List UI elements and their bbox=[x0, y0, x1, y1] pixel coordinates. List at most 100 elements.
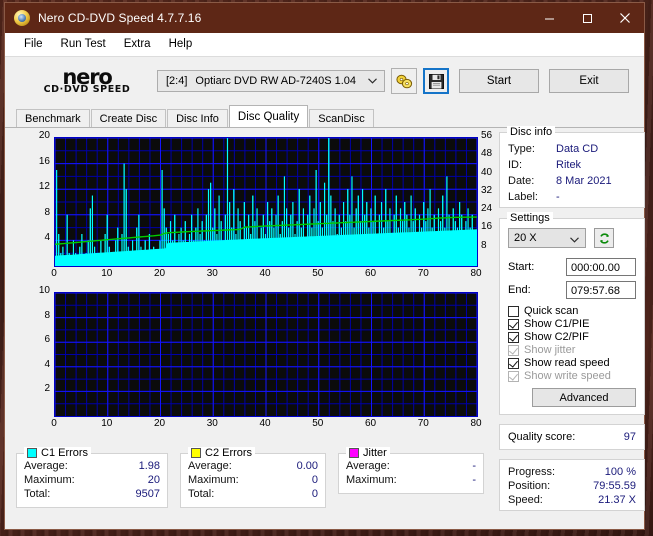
tab-scandisc[interactable]: ScanDisc bbox=[309, 109, 374, 127]
settings-legend: Settings bbox=[507, 212, 553, 224]
charts-column: 4 8 12 16 20 8 16 24 32 40 48 56 0 10 20 30 40 50 60 70 80… bbox=[5, 128, 495, 529]
checkbox-box bbox=[508, 370, 519, 382]
x-tick-label: 30 bbox=[206, 268, 218, 279]
menu-item-extra[interactable]: Extra bbox=[115, 36, 160, 52]
c1-average-label: Average: bbox=[24, 460, 68, 472]
start-position-label: Start: bbox=[508, 261, 535, 273]
start-button[interactable]: Start bbox=[459, 69, 539, 93]
menu-item-help[interactable]: Help bbox=[160, 36, 202, 52]
tab-create-disc[interactable]: Create Disc bbox=[90, 109, 167, 127]
advanced-button[interactable]: Advanced bbox=[532, 388, 636, 407]
x-tick-label: 70 bbox=[417, 268, 429, 279]
checkbox-box bbox=[508, 344, 519, 356]
settings-group: Settings 20 X Start: 000:00.00 End: 079:… bbox=[499, 212, 645, 415]
jitter-average-value: - bbox=[472, 460, 476, 472]
tab-strip: Benchmark Create Disc Disc Info Disc Qua… bbox=[5, 105, 644, 127]
c2-average-value: 0.00 bbox=[296, 460, 318, 472]
c1-error-plot-area[interactable] bbox=[54, 137, 478, 267]
checkbox-show-jitter: Show jitter bbox=[508, 344, 636, 356]
disc-type-label: Type: bbox=[508, 143, 535, 155]
progress-row: Position: 79:55.59 bbox=[508, 479, 636, 493]
stat-row: Maximum: 0 bbox=[188, 473, 318, 487]
position-label: Position: bbox=[508, 480, 551, 492]
speed-value: 21.37 X bbox=[598, 494, 636, 506]
x-tick-label: 10 bbox=[101, 418, 113, 429]
y-tick-label: 12 bbox=[38, 181, 50, 193]
checkbox-show-read-speed[interactable]: Show read speed bbox=[508, 357, 636, 369]
c1-errors-stats: C1 Errors Average: 1.98 Maximum: 20 Total:… bbox=[16, 447, 168, 508]
x-tick-label: 20 bbox=[153, 268, 166, 279]
c1-total-value: 9507 bbox=[135, 488, 160, 500]
tab-disc-quality[interactable]: Disc Quality bbox=[228, 105, 309, 127]
y-tick-label: 4 bbox=[44, 358, 50, 370]
window-controls bbox=[530, 3, 644, 33]
end-position-input[interactable]: 079:57.68 bbox=[566, 281, 636, 299]
tab-benchmark[interactable]: Benchmark bbox=[16, 109, 90, 127]
refresh-icon[interactable] bbox=[594, 228, 614, 248]
minimize-icon[interactable] bbox=[530, 3, 568, 33]
exit-button[interactable]: Exit bbox=[549, 69, 629, 93]
sidebar: Disc info Type: Data CD ID: Ritek Date: 8 M… bbox=[495, 126, 650, 529]
speed-label: Speed: bbox=[508, 494, 543, 506]
tab-content-disc-quality: 4 8 12 16 20 8 16 24 32 40 48 56 0 10 20 30 40 50 60 70 80… bbox=[5, 126, 645, 529]
close-icon[interactable] bbox=[606, 3, 644, 33]
y-tick-label: 2 bbox=[44, 383, 50, 395]
menu-item-file[interactable]: File bbox=[15, 36, 52, 52]
y-tick-label: 8 bbox=[44, 206, 50, 218]
jitter-color-swatch bbox=[349, 448, 359, 458]
checkbox-label: Show C2/PIF bbox=[524, 331, 589, 343]
maximize-icon[interactable] bbox=[568, 3, 606, 33]
stat-row: Total: 9507 bbox=[24, 487, 160, 501]
checkbox-quick-scan[interactable]: Quick scan bbox=[508, 305, 636, 317]
stat-row: Average: - bbox=[346, 459, 476, 473]
x-tick-label: 80 bbox=[470, 418, 482, 429]
checkbox-box bbox=[508, 305, 519, 317]
disc-info-group: Disc info Type: Data CD ID: Ritek Date: 8 M… bbox=[499, 126, 645, 208]
disc-id-value: Ritek bbox=[556, 159, 582, 171]
checkbox-show-c1-pie[interactable]: Show C1/PIE bbox=[508, 318, 636, 330]
c2-total-label: Total: bbox=[188, 488, 215, 500]
nero-logo: nero CD·DVD SPEED bbox=[23, 67, 151, 95]
y-tick-label: 10 bbox=[38, 285, 50, 296]
checkbox-box bbox=[508, 357, 519, 369]
disc-info-legend: Disc info bbox=[507, 126, 556, 138]
checkbox-show-c2-pif[interactable]: Show C2/PIF bbox=[508, 331, 636, 343]
disc-info-row: Date: 8 Mar 2021 bbox=[508, 173, 636, 189]
disc-info-row: ID: Ritek bbox=[508, 157, 636, 173]
progress-label: Progress: bbox=[508, 466, 556, 478]
x-tick-label: 80 bbox=[470, 268, 482, 279]
x-tick-label: 30 bbox=[206, 418, 218, 429]
x-tick-label: 40 bbox=[259, 418, 271, 429]
disc-tool-icon[interactable] bbox=[391, 68, 417, 94]
scan-speed-select[interactable]: 20 X bbox=[508, 228, 586, 248]
toolbar: nero CD·DVD SPEED [2:4] Optiarc DVD RW A… bbox=[5, 56, 644, 105]
floppy-save-icon[interactable] bbox=[423, 68, 449, 94]
disc-label-label: Label: bbox=[508, 191, 538, 203]
y-tick-label: 4 bbox=[44, 232, 50, 244]
quality-score-label: Quality score: bbox=[508, 431, 576, 443]
tab-disc-info[interactable]: Disc Info bbox=[167, 109, 228, 127]
start-position-input[interactable]: 000:00.00 bbox=[566, 258, 636, 276]
x-tick-label: 0 bbox=[51, 418, 57, 429]
position-value: 79:55.59 bbox=[593, 480, 636, 492]
jitter-legend: Jitter bbox=[346, 447, 390, 459]
nero-cd-dvd-speed-window: Nero CD-DVD Speed 4.7.7.16 File Run Test… bbox=[4, 2, 645, 530]
disc-date-value: 8 Mar 2021 bbox=[556, 175, 612, 187]
jitter-maximum-label: Maximum: bbox=[346, 474, 397, 486]
drive-name: Optiarc DVD RW AD-7240S 1.04 bbox=[195, 75, 356, 87]
disc-type-value: Data CD bbox=[556, 143, 599, 155]
stat-row: Total: 0 bbox=[188, 487, 318, 501]
c2-maximum-label: Maximum: bbox=[188, 474, 239, 486]
checkbox-box bbox=[508, 318, 519, 330]
c2-error-plot-area[interactable] bbox=[54, 292, 478, 417]
stat-row: Average: 0.00 bbox=[188, 459, 318, 473]
x-tick-label: 60 bbox=[364, 268, 377, 279]
drive-select[interactable]: [2:4] Optiarc DVD RW AD-7240S 1.04 bbox=[157, 70, 385, 92]
c1-average-value: 1.98 bbox=[138, 460, 160, 472]
checkbox-label: Show C1/PIE bbox=[524, 318, 590, 330]
x-tick-label: 60 bbox=[364, 418, 377, 429]
x-tick-label: 20 bbox=[153, 418, 166, 429]
menu-item-run-test[interactable]: Run Test bbox=[52, 36, 115, 52]
disc-date-label: Date: bbox=[508, 175, 535, 187]
end-position-label: End: bbox=[508, 284, 531, 296]
